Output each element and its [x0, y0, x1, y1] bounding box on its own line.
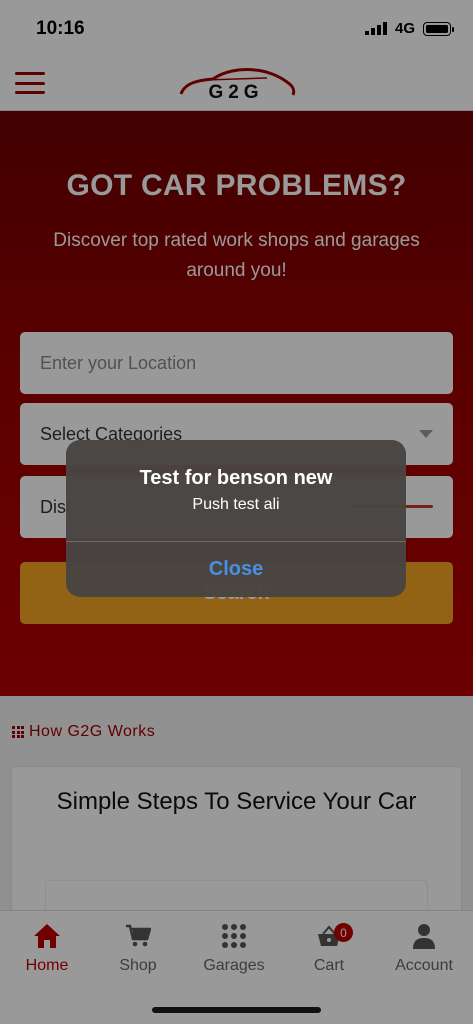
close-button[interactable]: Close — [66, 542, 406, 597]
alert-title: Test for benson new — [139, 467, 333, 489]
push-notification-alert: Test for benson new Push test ali Close — [66, 440, 406, 597]
home-indicator[interactable] — [152, 1007, 321, 1013]
alert-message: Push test ali — [192, 496, 280, 513]
